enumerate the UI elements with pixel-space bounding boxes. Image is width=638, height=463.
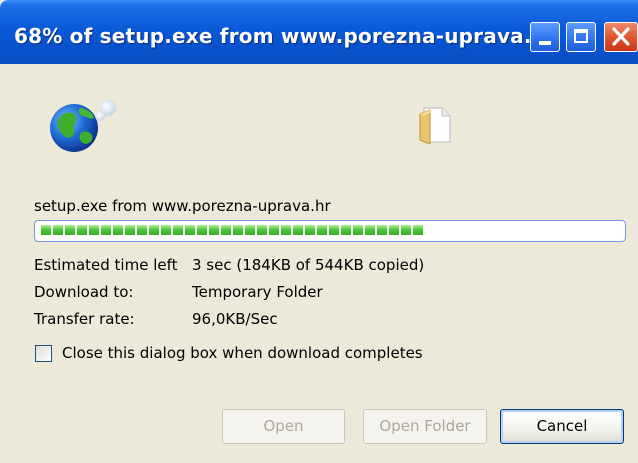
close-on-complete-checkbox[interactable] xyxy=(35,345,52,362)
open-folder-button[interactable]: Open Folder xyxy=(363,409,487,444)
transfer-rate-value: 96,0KB/Sec xyxy=(192,310,278,328)
progress-segment xyxy=(89,225,99,235)
progress-segment xyxy=(317,225,327,235)
progress-segment xyxy=(53,225,63,235)
progress-segment xyxy=(365,225,375,235)
progress-segment xyxy=(41,225,51,235)
progress-segment xyxy=(401,225,411,235)
progress-segment xyxy=(113,225,123,235)
close-on-complete-label[interactable]: Close this dialog box when download comp… xyxy=(62,344,423,362)
progress-segment xyxy=(329,225,339,235)
progress-segment xyxy=(341,225,351,235)
download-to-label: Download to: xyxy=(34,283,134,301)
minimize-button[interactable] xyxy=(530,22,560,52)
progress-segment xyxy=(221,225,231,235)
progress-segment xyxy=(65,225,75,235)
progress-segment xyxy=(305,225,315,235)
progress-segment xyxy=(77,225,87,235)
transfer-rate-label: Transfer rate: xyxy=(34,310,135,328)
progress-segment xyxy=(353,225,363,235)
progress-segment xyxy=(377,225,387,235)
open-button[interactable]: Open xyxy=(222,409,345,444)
window-title: 68% of setup.exe from www.porezna-uprava… xyxy=(14,24,548,48)
progress-segment xyxy=(269,225,279,235)
download-to-value: Temporary Folder xyxy=(192,283,323,301)
progress-segment xyxy=(245,225,255,235)
title-bar[interactable]: 68% of setup.exe from www.porezna-uprava… xyxy=(0,0,638,64)
progress-segment xyxy=(125,225,135,235)
progress-segment xyxy=(413,225,423,235)
progress-segment xyxy=(293,225,303,235)
progress-segment xyxy=(149,225,159,235)
progress-bar xyxy=(34,220,626,242)
time-left-value: 3 sec (184KB of 544KB copied) xyxy=(192,256,425,274)
minimize-icon xyxy=(539,41,551,45)
maximize-button[interactable] xyxy=(566,22,596,52)
maximize-icon xyxy=(574,29,588,43)
progress-segment xyxy=(137,225,147,235)
download-filename: setup.exe from www.porezna-uprava.hr xyxy=(34,197,331,215)
progress-segment xyxy=(101,225,111,235)
progress-segment xyxy=(389,225,399,235)
progress-segment xyxy=(209,225,219,235)
progress-fill xyxy=(41,225,425,237)
download-dialog: 68% of setup.exe from www.porezna-uprava… xyxy=(0,0,638,463)
close-button[interactable] xyxy=(604,22,638,52)
progress-segment xyxy=(185,225,195,235)
folder-icon xyxy=(419,107,451,144)
globe-icon xyxy=(50,100,116,152)
progress-segment xyxy=(281,225,291,235)
progress-segment xyxy=(257,225,267,235)
close-icon xyxy=(612,27,630,46)
time-left-label: Estimated time left xyxy=(34,256,178,274)
cancel-button[interactable]: Cancel xyxy=(500,409,624,444)
progress-segment xyxy=(173,225,183,235)
progress-segment xyxy=(197,225,207,235)
progress-segment xyxy=(233,225,243,235)
progress-segment xyxy=(161,225,171,235)
